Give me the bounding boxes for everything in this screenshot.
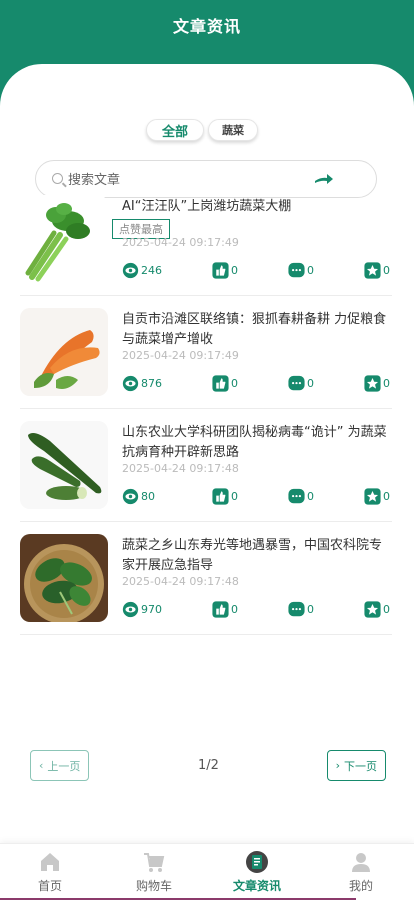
chevron-right-icon: › — [335, 759, 340, 772]
favorites-stat[interactable]: 0 — [364, 375, 390, 392]
article-date: 2025-04-24 09:17:49 — [122, 349, 239, 362]
article-icon — [246, 851, 268, 873]
views-count: 876 — [141, 377, 162, 390]
article-thumbnail-carrot — [20, 308, 108, 396]
thumbs-up-icon — [212, 601, 229, 618]
likes-stat[interactable]: 0 — [212, 262, 238, 279]
favorites-count: 0 — [383, 490, 390, 503]
prev-page-button[interactable]: ‹ 上一页 — [30, 750, 90, 781]
eye-icon — [122, 601, 139, 618]
thumbs-up-icon — [212, 262, 229, 279]
category-tabs: 全部 蔬菜 — [146, 119, 258, 141]
eye-icon — [122, 488, 139, 505]
page-title: 文章资讯 — [172, 17, 241, 36]
views-count: 970 — [141, 603, 162, 616]
comments-stat[interactable]: 0 — [288, 262, 314, 279]
article-date: 2025-04-24 09:17:48 — [122, 575, 239, 588]
star-icon — [364, 488, 381, 505]
views-count: 246 — [141, 264, 162, 277]
favorites-stat[interactable]: 0 — [364, 488, 390, 505]
article-title: AI“汪汪队”上岗潍坊蔬菜大棚 — [122, 199, 292, 214]
likes-stat[interactable]: 0 — [212, 488, 238, 505]
comments-stat[interactable]: 0 — [288, 488, 314, 505]
comment-icon — [288, 375, 305, 391]
prev-page-label: 上一页 — [47, 759, 81, 773]
article-title: 山东农业大学科研团队揭秘病毒“诡计” 为蔬菜抗病育种开辟新思路 — [122, 425, 387, 460]
next-page-button[interactable]: › 下一页 — [326, 750, 386, 781]
star-icon — [364, 375, 381, 392]
cart-icon — [144, 853, 165, 872]
star-icon — [364, 262, 381, 279]
tabbar-label: 购物车 — [135, 879, 172, 893]
page-indicator: 1/2 — [198, 758, 219, 773]
next-page-label: 下一页 — [344, 759, 377, 773]
views-stat: 246 — [122, 262, 162, 279]
article-stats: 246 0 0 0 — [122, 262, 392, 280]
article-item[interactable]: 蔬菜之乡山东寿光等地遇暴雪，中国农科院专家开展应急指导 2025-04-24 0… — [20, 522, 392, 635]
comments-count: 0 — [307, 490, 314, 503]
article-stats: 970 0 0 0 — [122, 601, 392, 619]
article-title: 蔬菜之乡山东寿光等地遇暴雪，中国农科院专家开展应急指导 — [122, 538, 383, 573]
tabbar-item-articles[interactable]: 文章资讯 — [217, 850, 297, 894]
likes-stat[interactable]: 0 — [212, 601, 238, 618]
tabbar-item-home[interactable]: 首页 — [10, 850, 90, 894]
comments-stat[interactable]: 0 — [288, 375, 314, 392]
comment-icon — [288, 601, 305, 617]
likes-stat[interactable]: 0 — [212, 375, 238, 392]
favorites-stat[interactable]: 0 — [364, 601, 390, 618]
user-icon — [352, 853, 370, 872]
comment-icon — [288, 488, 305, 504]
star-icon — [364, 601, 381, 618]
comments-count: 0 — [307, 264, 314, 277]
comments-stat[interactable]: 0 — [288, 601, 314, 618]
article-title: 自贡市沿滩区联络镇：狠抓春耕备耕 力促粮食与蔬菜增产增收 — [122, 312, 387, 347]
views-stat: 970 — [122, 601, 162, 618]
tab-all[interactable]: 全部 — [146, 119, 204, 141]
tab-vegetables[interactable]: 蔬菜 — [208, 119, 258, 141]
favorites-count: 0 — [383, 603, 390, 616]
tabbar-item-profile[interactable]: 我的 — [321, 850, 401, 894]
pagination: ‹ 上一页 1/2 › 下一页 — [30, 750, 386, 782]
favorites-count: 0 — [383, 264, 390, 277]
comment-icon — [288, 262, 305, 278]
tabbar-item-cart[interactable]: 购物车 — [114, 850, 194, 894]
tabbar-label: 首页 — [37, 879, 62, 893]
favorites-count: 0 — [383, 377, 390, 390]
chevron-left-icon: ‹ — [39, 759, 44, 772]
article-stats: 876 0 0 0 — [122, 375, 392, 393]
thumbs-up-icon — [212, 375, 229, 392]
article-thumbnail-spinach — [20, 534, 108, 622]
views-stat: 80 — [122, 488, 155, 505]
comments-count: 0 — [307, 377, 314, 390]
views-stat: 876 — [122, 375, 162, 392]
eye-icon — [122, 375, 139, 392]
article-list: AI“汪汪队”上岗潍坊蔬菜大棚 2025-04-24 09:17:49 246 … — [20, 183, 392, 635]
tabbar-label: 我的 — [348, 879, 373, 893]
home-icon — [41, 853, 59, 871]
views-count: 80 — [141, 490, 155, 503]
article-item[interactable]: AI“汪汪队”上岗潍坊蔬菜大棚 2025-04-24 09:17:49 246 … — [20, 183, 392, 296]
bottom-tabbar: 首页 购物车 文章资讯 我的 — [0, 843, 414, 900]
likes-count: 0 — [231, 377, 238, 390]
likes-count: 0 — [231, 490, 238, 503]
article-stats: 80 0 0 0 — [122, 488, 392, 506]
favorites-stat[interactable]: 0 — [364, 262, 390, 279]
likes-count: 0 — [231, 264, 238, 277]
thumbs-up-icon — [212, 488, 229, 505]
article-item[interactable]: 山东农业大学科研团队揭秘病毒“诡计” 为蔬菜抗病育种开辟新思路 2025-04-… — [20, 409, 392, 522]
article-thumbnail-celery — [20, 195, 108, 283]
article-thumbnail-cucumber — [20, 421, 108, 509]
article-date: 2025-04-24 09:17:48 — [122, 462, 239, 475]
eye-icon — [122, 262, 139, 279]
comments-count: 0 — [307, 603, 314, 616]
tabbar-label: 文章资讯 — [232, 879, 281, 893]
article-date: 2025-04-24 09:17:49 — [122, 236, 239, 249]
article-item[interactable]: 自贡市沿滩区联络镇：狠抓春耕备耕 力促粮食与蔬菜增产增收 2025-04-24 … — [20, 296, 392, 409]
likes-count: 0 — [231, 603, 238, 616]
